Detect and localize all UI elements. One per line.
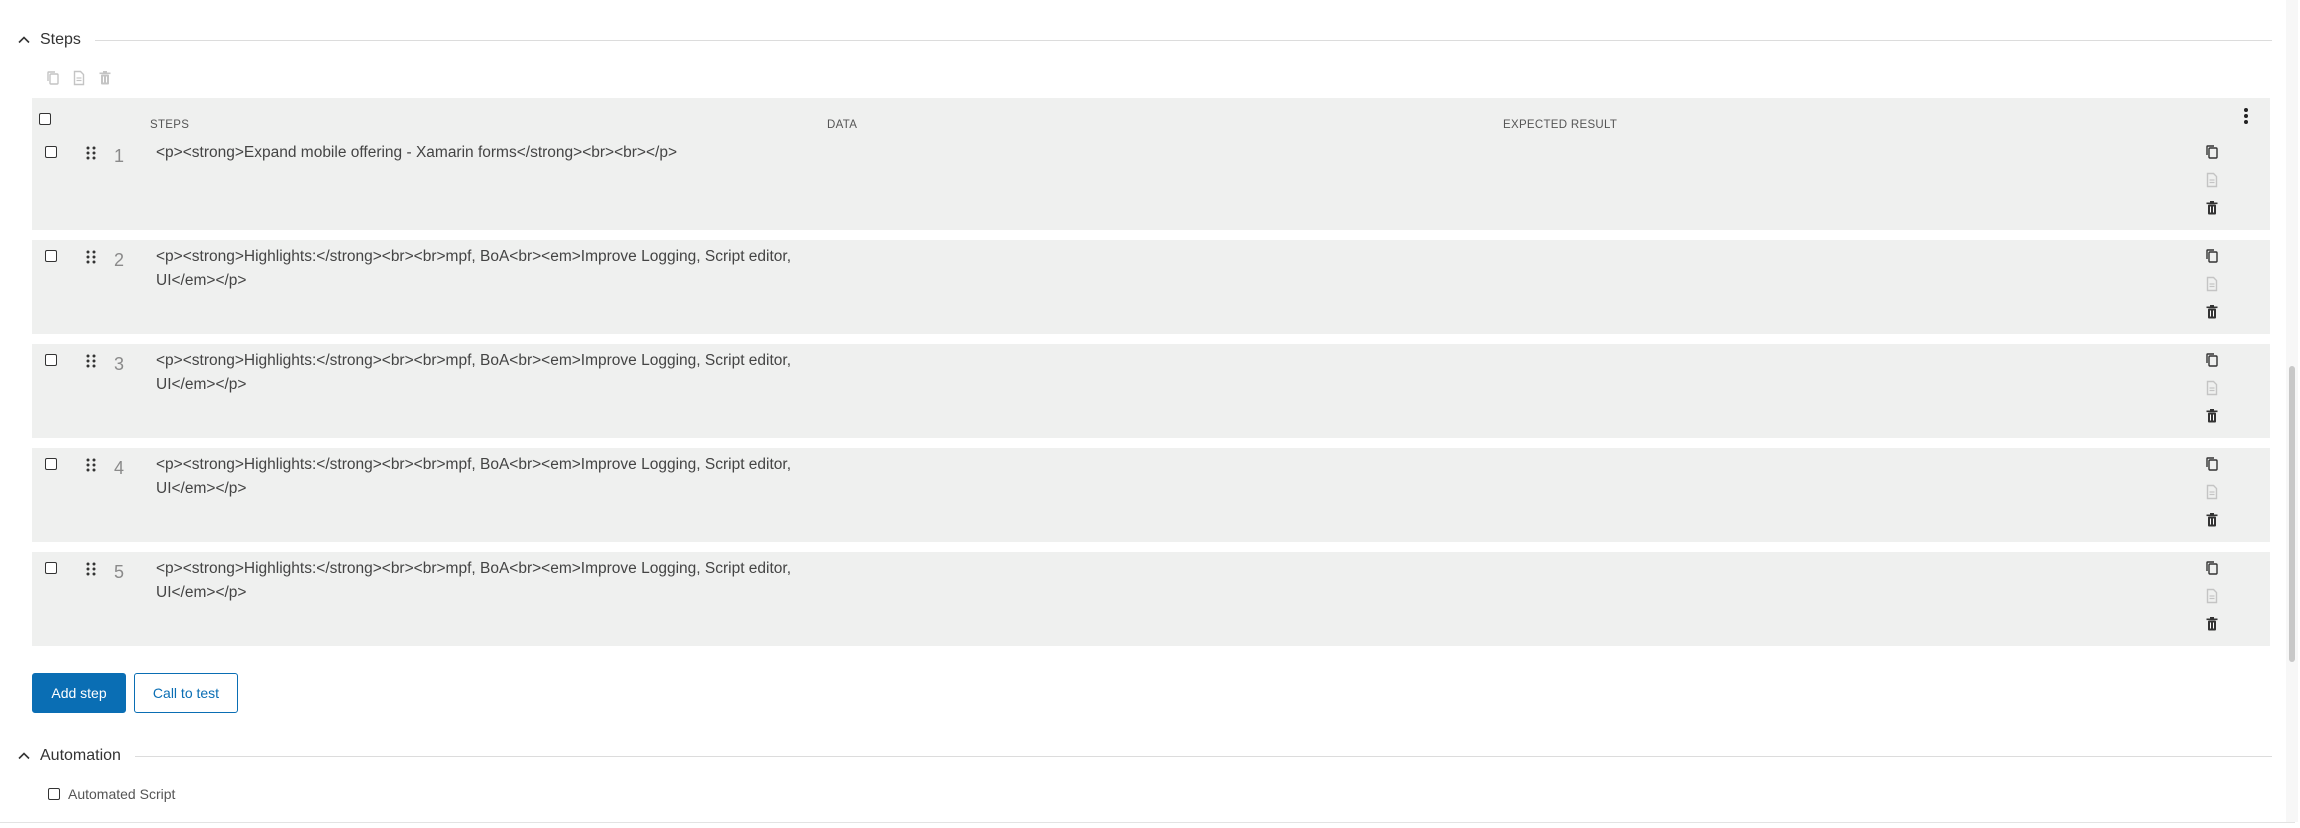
copy-icon[interactable] — [2202, 558, 2222, 578]
step-number: 3 — [114, 354, 125, 374]
drag-handle-icon[interactable] — [84, 560, 98, 578]
table-row[interactable]: 5 <p><strong>Highlights:</strong><br><br… — [32, 552, 2270, 646]
table-row[interactable]: 3 <p><strong>Highlights:</strong><br><br… — [32, 344, 2270, 438]
copy-icon[interactable] — [2202, 142, 2222, 162]
file-icon[interactable] — [70, 69, 88, 87]
file-icon[interactable] — [2202, 378, 2222, 398]
step-text[interactable]: <p><strong>Highlights:</strong><br><br>m… — [156, 453, 836, 501]
row-checkbox[interactable] — [45, 354, 57, 366]
automated-script-option[interactable]: Automated Script — [48, 786, 175, 802]
row-checkbox[interactable] — [45, 250, 57, 262]
bulk-actions-toolbar — [44, 69, 114, 87]
section-divider — [94, 39, 2272, 41]
steps-section-title: Steps — [40, 31, 81, 48]
add-step-button[interactable]: Add step — [32, 673, 126, 713]
trash-icon[interactable] — [2202, 510, 2222, 530]
table-header: STEPS DATA EXPECTED RESULT — [32, 98, 2270, 136]
copy-icon[interactable] — [2202, 350, 2222, 370]
step-text[interactable]: <p><strong>Highlights:</strong><br><br>m… — [156, 349, 836, 397]
steps-section-header[interactable]: Steps — [16, 24, 2272, 56]
drag-handle-icon[interactable] — [84, 248, 98, 266]
step-number: 4 — [114, 458, 125, 478]
chevron-up-icon[interactable] — [16, 32, 32, 48]
step-text[interactable]: <p><strong>Highlights:</strong><br><br>m… — [156, 245, 836, 293]
row-checkbox[interactable] — [45, 458, 57, 470]
call-to-test-button[interactable]: Call to test — [134, 673, 238, 713]
column-header-data: DATA — [827, 119, 858, 131]
file-icon[interactable] — [2202, 586, 2222, 606]
row-actions — [2202, 558, 2222, 634]
file-icon[interactable] — [2202, 482, 2222, 502]
file-icon[interactable] — [2202, 274, 2222, 294]
copy-icon[interactable] — [44, 69, 62, 87]
trash-icon[interactable] — [2202, 302, 2222, 322]
automated-script-checkbox[interactable] — [48, 788, 60, 800]
step-buttons: Add step Call to test — [32, 673, 238, 713]
table-row[interactable]: 1 <p><strong>Expand mobile offering - Xa… — [32, 136, 2270, 230]
copy-icon[interactable] — [2202, 246, 2222, 266]
drag-handle-icon[interactable] — [84, 144, 98, 162]
step-number: 5 — [114, 562, 125, 582]
scrollbar-thumb[interactable] — [2289, 366, 2295, 662]
kebab-menu-icon[interactable] — [2236, 104, 2256, 128]
row-actions — [2202, 142, 2222, 218]
trash-icon[interactable] — [2202, 198, 2222, 218]
automated-script-label: Automated Script — [68, 786, 176, 802]
step-text[interactable]: <p><strong>Expand mobile offering - Xama… — [156, 141, 836, 165]
row-actions — [2202, 454, 2222, 530]
column-header-expected-result: EXPECTED RESULT — [1503, 119, 1618, 131]
chevron-up-icon[interactable] — [16, 748, 32, 764]
step-text[interactable]: <p><strong>Highlights:</strong><br><br>m… — [156, 557, 836, 605]
drag-handle-icon[interactable] — [84, 352, 98, 370]
row-actions — [2202, 246, 2222, 322]
select-all-checkbox[interactable] — [39, 113, 51, 125]
step-number: 1 — [114, 146, 125, 166]
automation-section-title: Automation — [40, 747, 121, 764]
steps-table: STEPS DATA EXPECTED RESULT 1 <p><strong>… — [32, 98, 2270, 656]
trash-icon[interactable] — [2202, 614, 2222, 634]
step-number: 2 — [114, 250, 125, 270]
automation-section-header[interactable]: Automation — [16, 740, 2272, 772]
table-row[interactable]: 2 <p><strong>Highlights:</strong><br><br… — [32, 240, 2270, 334]
trash-icon[interactable] — [96, 69, 114, 87]
copy-icon[interactable] — [2202, 454, 2222, 474]
row-checkbox[interactable] — [45, 146, 57, 158]
row-actions — [2202, 350, 2222, 426]
trash-icon[interactable] — [2202, 406, 2222, 426]
file-icon[interactable] — [2202, 170, 2222, 190]
section-divider — [134, 755, 2272, 757]
table-row[interactable]: 4 <p><strong>Highlights:</strong><br><br… — [32, 448, 2270, 542]
column-header-steps: STEPS — [150, 119, 190, 131]
row-checkbox[interactable] — [45, 562, 57, 574]
drag-handle-icon[interactable] — [84, 456, 98, 474]
